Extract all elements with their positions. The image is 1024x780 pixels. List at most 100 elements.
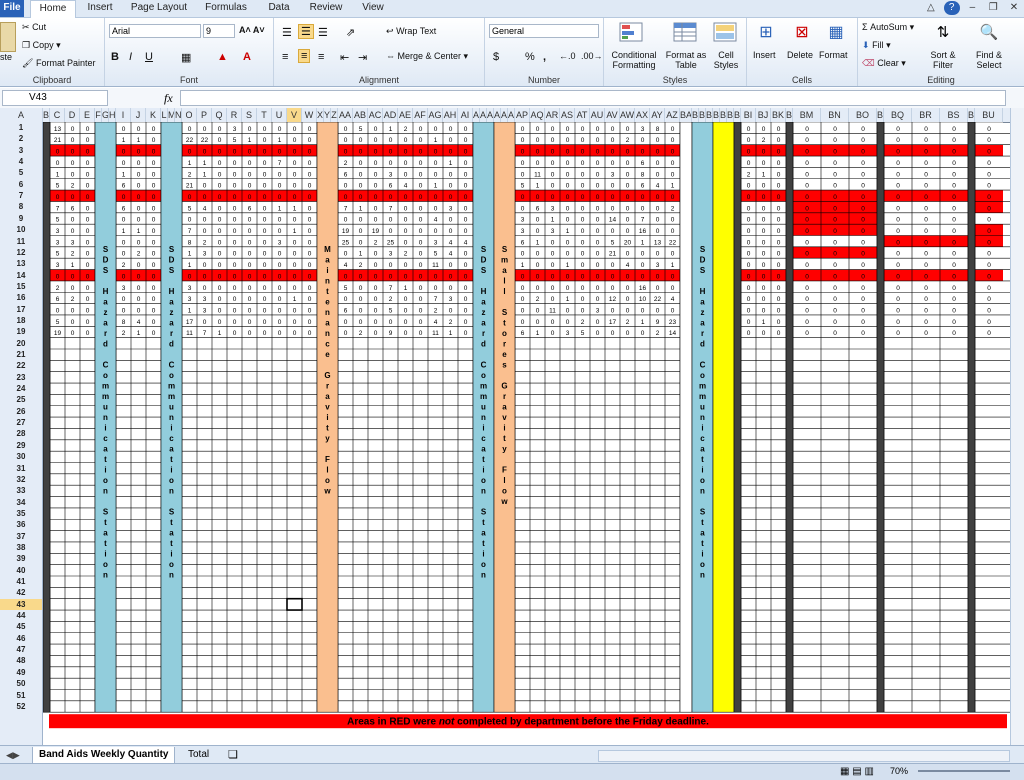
column-header[interactable]: N [175, 108, 182, 122]
row-header[interactable]: 43 [0, 598, 42, 610]
row-header[interactable]: 24 [0, 383, 42, 394]
column-header[interactable]: AC [368, 108, 383, 122]
column-header[interactable]: AE [398, 108, 413, 122]
font-color-icon[interactable]: A [243, 51, 251, 63]
conditional-formatting-button[interactable]: Conditional Formatting [608, 50, 660, 70]
column-header[interactable]: AX [635, 108, 650, 122]
row-header[interactable]: 8 [0, 201, 42, 212]
column-header[interactable]: AB [353, 108, 368, 122]
align-bottom-icon[interactable]: ☰ [318, 26, 328, 39]
sheet-nav-icon[interactable]: ◀▶ [0, 747, 26, 763]
paste-button[interactable]: ste [0, 52, 12, 62]
minimize-icon[interactable]: – [964, 1, 980, 15]
delete-button[interactable]: Delete [787, 50, 813, 60]
tab-view[interactable]: View [354, 0, 392, 17]
row-header[interactable]: 45 [0, 621, 42, 632]
decrease-indent-icon[interactable]: ⇤ [340, 51, 349, 64]
column-header[interactable]: BE [713, 108, 720, 122]
new-sheet-icon[interactable]: ❏ [222, 747, 244, 763]
row-header[interactable]: 38 [0, 542, 42, 553]
column-header[interactable]: K [146, 108, 161, 122]
column-header[interactable]: AM [494, 108, 501, 122]
align-center-icon[interactable]: ≡ [298, 49, 311, 63]
row-header[interactable]: 19 [0, 326, 42, 337]
row-header[interactable]: 37 [0, 531, 42, 542]
close-icon[interactable]: ✕ [1006, 1, 1022, 15]
tab-review[interactable]: Review [304, 0, 348, 17]
autosum-button[interactable]: Σ AutoSum ▾ [862, 22, 914, 33]
sort-filter-icon[interactable]: ⇅ [930, 21, 956, 43]
column-header[interactable]: E [80, 108, 95, 122]
row-header[interactable]: 26 [0, 406, 42, 417]
column-header[interactable]: V [287, 108, 302, 122]
row-header[interactable]: 5 [0, 167, 42, 178]
row-header[interactable]: 7 [0, 190, 42, 201]
align-left-icon[interactable]: ≡ [282, 51, 288, 63]
sheet-tab-total[interactable]: Total [182, 747, 215, 763]
merge-center-button[interactable]: ⇔ Merge & Center ▾ [386, 51, 468, 62]
orientation-icon[interactable]: ⇗ [346, 26, 355, 39]
column-header[interactable]: P [197, 108, 212, 122]
zoom-level[interactable]: 70% [890, 766, 908, 776]
row-header[interactable]: 16 [0, 292, 42, 303]
column-header[interactable]: AI [458, 108, 473, 122]
formula-input[interactable] [180, 90, 1006, 106]
column-header[interactable]: BB [692, 108, 699, 122]
column-header[interactable]: BD [706, 108, 713, 122]
row-header[interactable]: 28 [0, 428, 42, 439]
conditional-formatting-icon[interactable] [618, 21, 644, 43]
column-header[interactable]: F [95, 108, 102, 122]
cell-styles-button[interactable]: Cell Styles [708, 50, 744, 70]
column-header[interactable]: M [168, 108, 175, 122]
cut-button[interactable]: ✂ Cut [22, 22, 46, 33]
column-header[interactable]: O [182, 108, 197, 122]
row-header[interactable]: 23 [0, 372, 42, 383]
paste-icon[interactable] [0, 22, 16, 52]
row-header[interactable]: 42 [0, 587, 42, 598]
binoculars-icon[interactable]: 🔍 [976, 21, 1002, 43]
underline-icon[interactable]: U [145, 51, 153, 63]
wrap-text-button[interactable]: ↩ Wrap Text [386, 26, 436, 37]
column-header[interactable]: BL [786, 108, 793, 122]
bold-icon[interactable]: B [111, 51, 119, 63]
column-header[interactable]: BO [849, 108, 877, 122]
column-header[interactable]: BG [727, 108, 734, 122]
view-buttons-icon[interactable]: ▦ ▤ ▥ [840, 766, 874, 777]
find-select-button[interactable]: Find & Select [968, 50, 1010, 70]
row-header[interactable]: 30 [0, 451, 42, 462]
column-header[interactable]: Y [324, 108, 331, 122]
help-icon[interactable]: ? [943, 1, 960, 15]
align-top-icon[interactable]: ☰ [282, 26, 292, 39]
column-header[interactable]: BI [741, 108, 756, 122]
row-header[interactable]: 6 [0, 179, 42, 190]
row-header[interactable]: 12 [0, 247, 42, 258]
column-header[interactable]: J [131, 108, 146, 122]
column-header[interactable]: H [109, 108, 116, 122]
insert-cells-icon[interactable]: ⊞ [753, 21, 779, 43]
sheet-tab-band-aids-weekly-quantity[interactable]: Band Aids Weekly Quantity [32, 747, 176, 764]
row-header[interactable]: 29 [0, 440, 42, 451]
row-header[interactable]: 33 [0, 485, 42, 496]
font-name-select[interactable]: Arial [109, 24, 201, 38]
percent-button[interactable]: % [525, 51, 535, 63]
row-header[interactable]: 36 [0, 519, 42, 530]
row-header[interactable]: 32 [0, 474, 42, 485]
tab-page-layout[interactable]: Page Layout [126, 0, 192, 17]
insert-button[interactable]: Insert [753, 50, 776, 60]
row-header[interactable]: 21 [0, 349, 42, 360]
column-header[interactable]: AA [338, 108, 353, 122]
borders-icon[interactable]: ▦ [181, 51, 191, 64]
format-button[interactable]: Format [819, 50, 848, 60]
row-header[interactable]: 50 [0, 678, 42, 689]
column-header[interactable]: AV [605, 108, 620, 122]
ribbon-collapse-icon[interactable]: △ [923, 1, 939, 15]
restore-icon[interactable]: ❐ [985, 1, 1001, 15]
tab-file[interactable]: File [0, 0, 24, 17]
column-header[interactable]: BH [734, 108, 741, 122]
column-header[interactable]: A [0, 108, 43, 122]
column-header[interactable]: Z [331, 108, 338, 122]
format-table-button[interactable]: Format as Table [664, 50, 708, 70]
tab-insert[interactable]: Insert [80, 0, 120, 17]
column-header[interactable]: AF [413, 108, 428, 122]
row-header[interactable]: 20 [0, 338, 42, 349]
